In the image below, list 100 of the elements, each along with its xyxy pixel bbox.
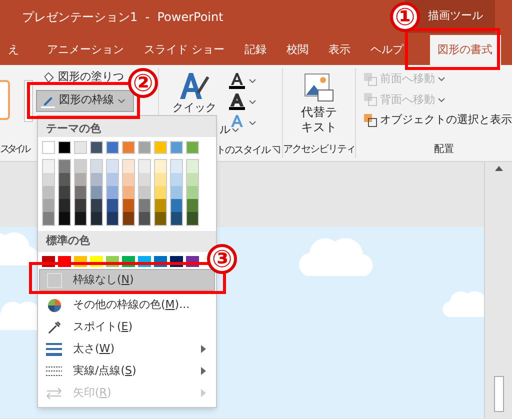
color-swatch[interactable]: [123, 160, 134, 173]
color-swatch[interactable]: [91, 173, 102, 186]
color-swatch[interactable]: [107, 186, 118, 199]
quick-style-icon[interactable]: [178, 71, 210, 101]
color-swatch[interactable]: [123, 212, 134, 225]
color-swatch[interactable]: [139, 212, 150, 225]
ribbon-tab[interactable]: ヘルプ: [362, 35, 412, 65]
color-swatch[interactable]: [138, 141, 151, 154]
menu-item[interactable]: 枠線なし(N): [39, 269, 215, 291]
text-style-icon[interactable]: [229, 93, 246, 110]
group-label: 配置: [433, 142, 455, 157]
shape-style-preview[interactable]: [0, 80, 10, 120]
color-swatch[interactable]: [75, 212, 86, 225]
color-swatch[interactable]: [43, 186, 54, 199]
color-swatch[interactable]: [43, 212, 54, 225]
color-swatch[interactable]: [171, 199, 182, 212]
dialog-launcher-icon[interactable]: [272, 146, 280, 154]
ribbon-tab[interactable]: 表示: [320, 35, 358, 65]
color-swatch[interactable]: [170, 141, 183, 154]
color-swatch[interactable]: [123, 199, 134, 212]
color-swatch[interactable]: [75, 160, 86, 173]
color-swatch[interactable]: [155, 173, 166, 186]
color-swatch[interactable]: [171, 160, 182, 173]
color-swatch[interactable]: [91, 212, 102, 225]
eyedropper-icon: [46, 320, 62, 334]
color-swatch[interactable]: [59, 173, 70, 186]
picture-icon[interactable]: [304, 73, 334, 103]
color-swatch[interactable]: [106, 141, 119, 154]
color-swatch[interactable]: [91, 160, 102, 173]
color-swatch[interactable]: [91, 199, 102, 212]
alt-text-label[interactable]: キスト: [301, 120, 337, 135]
color-swatch[interactable]: [122, 141, 135, 154]
menu-item[interactable]: スポイト(E): [39, 316, 215, 338]
ribbon-tab[interactable]: 記録: [236, 35, 274, 65]
ribbon-tab[interactable]: アニメーション: [39, 35, 132, 65]
color-swatch[interactable]: [91, 186, 102, 199]
color-wheel-icon: [46, 298, 62, 312]
color-swatch[interactable]: [43, 199, 54, 212]
scroll-up-icon[interactable]: [494, 164, 504, 172]
color-swatch[interactable]: [155, 186, 166, 199]
color-swatch[interactable]: [155, 212, 166, 225]
menu-item-label: スポイト(E): [73, 318, 133, 335]
color-swatch[interactable]: [139, 199, 150, 212]
color-swatch[interactable]: [171, 173, 182, 186]
color-swatch[interactable]: [123, 186, 134, 199]
group-label: アクセシビリティ: [283, 143, 355, 157]
caret-icon: [249, 120, 256, 124]
color-swatch[interactable]: [187, 186, 198, 199]
color-swatch[interactable]: [187, 173, 198, 186]
color-swatch[interactable]: [107, 173, 118, 186]
dashed-lines-icon: [46, 366, 62, 376]
double-arrow-icon: [46, 386, 62, 400]
color-swatch[interactable]: [75, 199, 86, 212]
color-swatch[interactable]: [59, 160, 70, 173]
group-label: スタイル: [0, 143, 28, 157]
ribbon-tab[interactable]: 図形の書式: [430, 35, 500, 65]
text-style-icon[interactable]: [229, 72, 246, 89]
color-swatch[interactable]: [123, 173, 134, 186]
color-swatch[interactable]: [139, 186, 150, 199]
color-swatch[interactable]: [75, 186, 86, 199]
color-swatch[interactable]: [74, 141, 87, 154]
color-swatch[interactable]: [90, 141, 103, 154]
section-header: テーマの色: [38, 116, 216, 137]
color-swatch[interactable]: [139, 173, 150, 186]
color-swatch[interactable]: [107, 160, 118, 173]
color-swatch[interactable]: [187, 160, 198, 173]
color-swatch[interactable]: [59, 212, 70, 225]
color-swatch[interactable]: [155, 199, 166, 212]
alt-text-label[interactable]: 代替テ: [301, 105, 337, 120]
ribbon-tab[interactable]: スライド ショー: [136, 35, 232, 65]
color-swatch[interactable]: [58, 141, 71, 154]
ribbon-tab[interactable]: え: [0, 35, 27, 65]
color-swatch[interactable]: [154, 141, 167, 154]
color-swatch[interactable]: [171, 186, 182, 199]
shape-fill-button[interactable]: 図形の塗りつ: [58, 69, 124, 86]
shape-outline-button[interactable]: 図形の枠線: [36, 90, 134, 112]
scroll-thumb[interactable]: [494, 376, 504, 412]
menu-item[interactable]: 実線/点線(S): [39, 360, 215, 382]
color-swatch[interactable]: [171, 212, 182, 225]
arrange-button[interactable]: オブジェクトの選択と表示: [380, 112, 512, 128]
menu-item[interactable]: 太さ(W): [39, 338, 215, 360]
color-swatch[interactable]: [187, 199, 198, 212]
color-swatch[interactable]: [107, 212, 118, 225]
color-swatch[interactable]: [43, 160, 54, 173]
color-swatch[interactable]: [59, 199, 70, 212]
color-swatch[interactable]: [186, 141, 199, 154]
section-header: 標準の色: [38, 231, 216, 252]
menu-item[interactable]: その他の枠線の色(M)...: [39, 294, 215, 316]
color-swatch[interactable]: [75, 173, 86, 186]
color-swatch[interactable]: [155, 160, 166, 173]
color-swatch[interactable]: [42, 141, 55, 154]
menu-item-label: 矢印(R): [73, 384, 112, 401]
quick-style-label[interactable]: クイック: [172, 101, 216, 114]
color-swatch[interactable]: [187, 212, 198, 225]
quick-style-label[interactable]: ル: [219, 122, 230, 138]
ribbon-tab[interactable]: 校閲: [278, 35, 316, 65]
color-swatch[interactable]: [107, 199, 118, 212]
color-swatch[interactable]: [139, 160, 150, 173]
color-swatch[interactable]: [43, 173, 54, 186]
color-swatch[interactable]: [59, 186, 70, 199]
